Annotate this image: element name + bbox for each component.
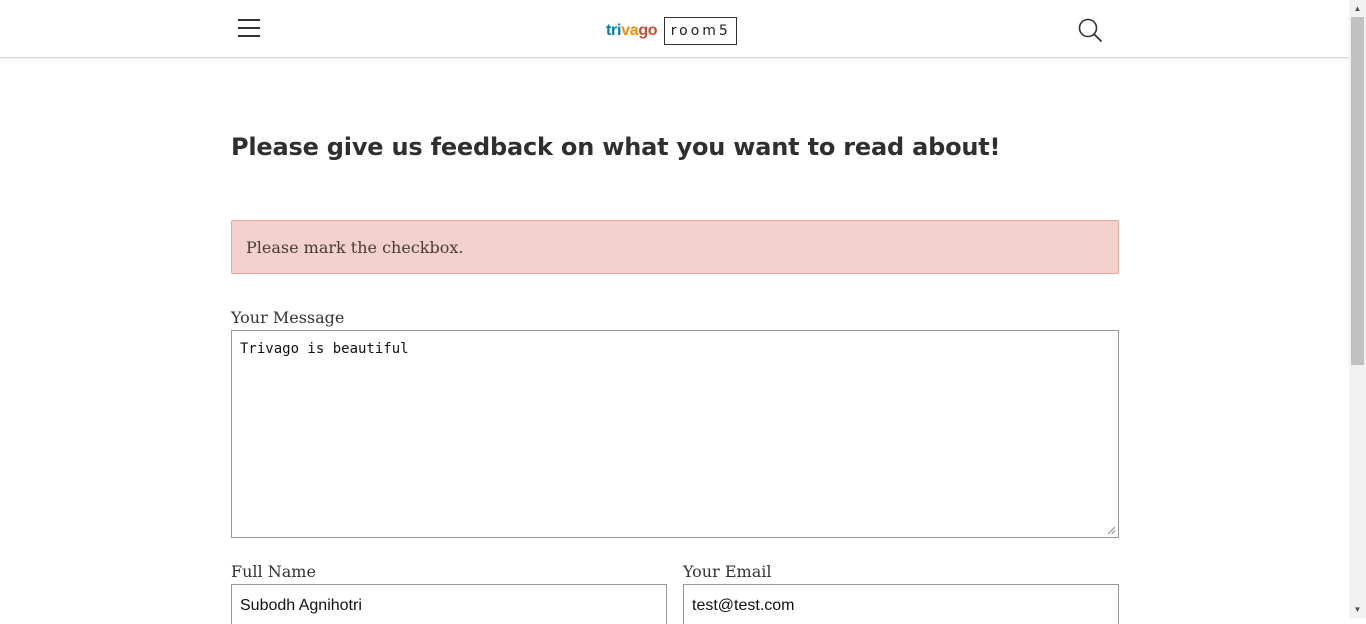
vertical-scrollbar[interactable]: ▲ ▼ bbox=[1349, 0, 1366, 618]
message-label: Your Message bbox=[231, 308, 345, 327]
hamburger-menu-icon[interactable] bbox=[236, 16, 264, 40]
trivago-wordmark-part-3: go bbox=[638, 22, 658, 39]
full-name-input[interactable]: Subodh Agnihotri bbox=[231, 584, 667, 624]
trivago-wordmark-part-2: va bbox=[621, 22, 639, 39]
search-icon[interactable] bbox=[1076, 16, 1104, 44]
scrollbar-thumb[interactable] bbox=[1351, 17, 1364, 365]
full-name-label: Full Name bbox=[231, 562, 316, 581]
email-value: test@test.com bbox=[692, 597, 795, 614]
scroll-down-arrow-icon[interactable]: ▼ bbox=[1349, 601, 1366, 618]
resize-grip-icon[interactable] bbox=[1107, 526, 1116, 535]
page-title: Please give us feedback on what you want… bbox=[231, 133, 1001, 161]
scroll-up-arrow-icon[interactable]: ▲ bbox=[1349, 0, 1366, 17]
message-text: Trivago is beautiful bbox=[240, 341, 409, 357]
top-header: trivago room5 bbox=[0, 0, 1349, 58]
trivago-wordmark: trivago bbox=[606, 22, 658, 40]
message-textarea[interactable]: Trivago is beautiful bbox=[231, 330, 1119, 538]
email-input[interactable]: test@test.com bbox=[683, 584, 1119, 624]
email-label: Your Email bbox=[683, 562, 772, 581]
error-alert-text: Please mark the checkbox. bbox=[246, 237, 464, 257]
site-logo[interactable]: trivago room5 bbox=[606, 16, 738, 46]
trivago-wordmark-part-1: tri bbox=[606, 22, 622, 39]
error-alert: Please mark the checkbox. bbox=[231, 220, 1119, 274]
room5-wordmark: room5 bbox=[664, 17, 738, 45]
full-name-value: Subodh Agnihotri bbox=[240, 597, 362, 614]
